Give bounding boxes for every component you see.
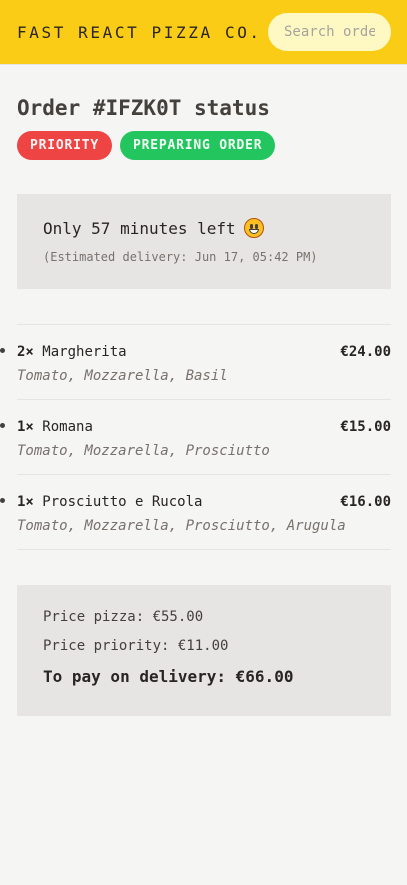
item-ingredients: Tomato, Mozzarella, Basil [17,368,228,384]
grinning-face-icon [243,218,264,238]
estimated-delivery: (Estimated delivery: Jun 17, 05:42 PM) [43,250,318,264]
price-summary-panel: Price pizza: €55.00 Price priority: €11.… [17,585,391,716]
item-ingredients: Tomato, Mozzarella, Prosciutto [17,443,270,459]
item-price: €15.00 [340,419,391,435]
item-price: €16.00 [340,494,391,510]
price-pizza: Price pizza: €55.00 [43,609,204,625]
item-quantity: 1× [17,494,34,510]
delivery-eta-panel: Only 57 minutes left (Estimated delivery… [17,194,391,289]
item-quantity: 1× [17,419,34,435]
item-name: Romana [42,419,93,435]
status-badge: PREPARING ORDER [120,131,276,160]
priority-badge: PRIORITY [17,131,113,160]
app-header: FAST REACT PIZZA CO. [0,0,407,65]
item-title: 1× Prosciutto e Rucola [17,494,202,510]
eta-main-text: Only 57 minutes left [43,218,236,238]
total-to-pay: To pay on delivery: €66.00 [43,667,294,686]
order-page: Order #IFZK0T status PRIORITY PREPARING … [0,96,407,716]
order-items-list: 2× Margherita €24.00 Tomato, Mozzarella,… [17,324,391,550]
item-name: Margherita [42,344,127,360]
order-badges: PRIORITY PREPARING ORDER [17,131,391,160]
search-order-input[interactable] [268,13,391,51]
list-item: 2× Margherita €24.00 Tomato, Mozzarella,… [17,325,391,400]
list-item: 1× Prosciutto e Rucola €16.00 Tomato, Mo… [17,475,391,550]
item-price: €24.00 [340,344,391,360]
eta-text: Only 57 minutes left [43,218,365,238]
item-quantity: 2× [17,344,34,360]
order-header: Order #IFZK0T status PRIORITY PREPARING … [17,96,391,160]
item-title: 2× Margherita [17,344,127,360]
price-priority: Price priority: €11.00 [43,638,229,654]
item-name: Prosciutto e Rucola [42,494,203,510]
list-item: 1× Romana €15.00 Tomato, Mozzarella, Pro… [17,400,391,475]
item-ingredients: Tomato, Mozzarella, Prosciutto, Arugula [17,518,346,534]
order-title: Order #IFZK0T status [17,96,270,120]
logo-link[interactable]: FAST REACT PIZZA CO. [17,23,262,42]
item-title: 1× Romana [17,419,93,435]
